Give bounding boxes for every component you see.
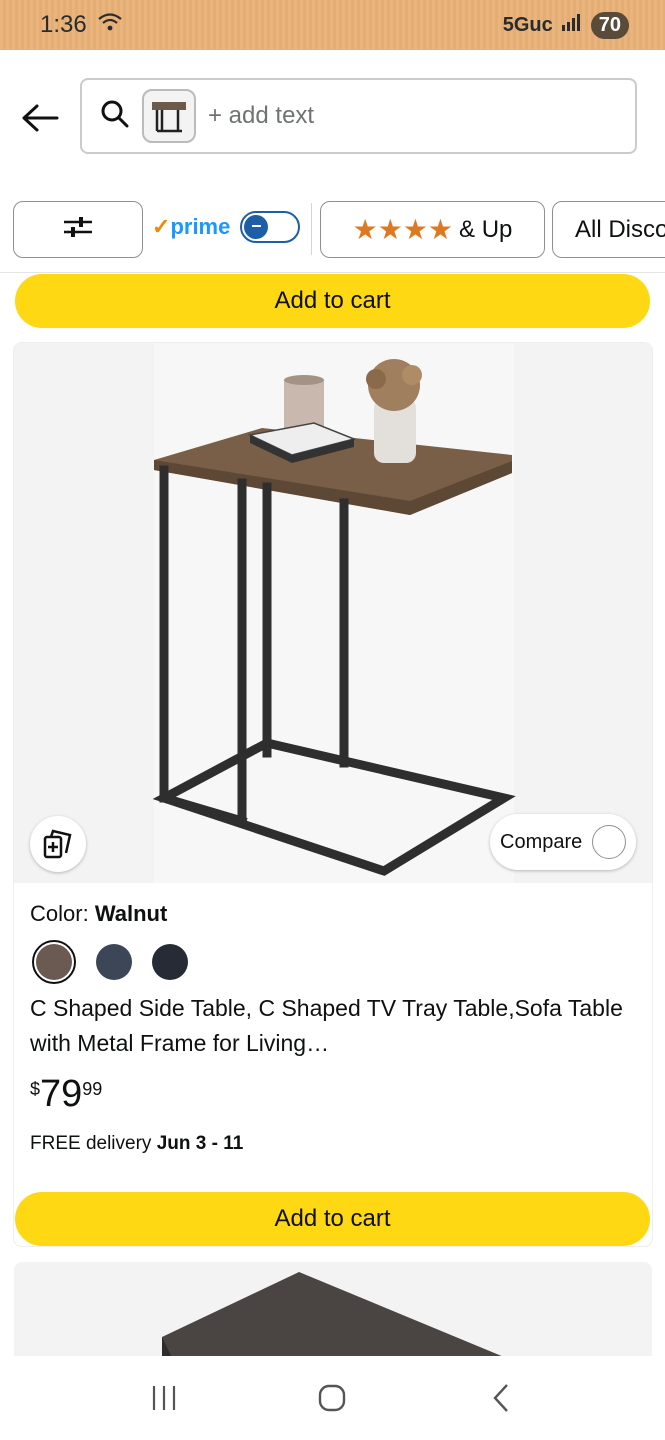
delivery-date: Jun 3 - 11 <box>156 1133 244 1154</box>
home-icon[interactable] <box>302 1368 362 1428</box>
compare-checkbox[interactable] <box>592 825 627 859</box>
next-product-card[interactable] <box>14 1262 652 1362</box>
four-stars-icon: ★★★★ <box>352 214 454 245</box>
toggle-minus-icon: − <box>244 215 269 239</box>
swatch-black[interactable] <box>152 944 188 980</box>
color-label: Color: <box>30 901 89 926</box>
status-bar: 1:36 5Guc 70 <box>0 0 665 50</box>
prime-logo: ✓prime <box>152 214 231 239</box>
system-nav-bar <box>0 1356 665 1440</box>
compare-label: Compare <box>500 830 583 853</box>
delivery-info: FREE delivery Jun 3 - 11 <box>30 1133 243 1155</box>
wifi-icon <box>97 11 123 39</box>
search-placeholder: + add text <box>208 102 315 129</box>
compare-toggle[interactable]: Compare <box>490 814 636 870</box>
delivery-prefix: FREE delivery <box>30 1133 152 1154</box>
color-swatches <box>32 940 188 984</box>
search-image-thumbnail[interactable] <box>142 89 196 143</box>
prime-filter[interactable]: ✓prime − <box>152 211 301 243</box>
swatch-blue-gray[interactable] <box>96 944 132 980</box>
filter-row: ✓prime − ★★★★ & Up All Discounts <box>0 185 665 273</box>
search-header: + add text <box>0 50 665 185</box>
color-value: Walnut <box>94 901 168 926</box>
add-to-list-icon[interactable] <box>30 816 86 872</box>
add-to-cart-button[interactable]: Add to cart <box>15 274 650 328</box>
add-to-cart-button[interactable]: Add to cart <box>15 1192 650 1246</box>
search-input[interactable]: + add text <box>80 78 637 154</box>
signal-icon <box>561 13 583 37</box>
back-arrow-icon[interactable] <box>20 98 60 138</box>
back-icon[interactable] <box>471 1368 531 1428</box>
battery-indicator: 70 <box>590 11 629 39</box>
swatch-walnut[interactable] <box>32 940 76 984</box>
color-selection-label: Color: Walnut <box>30 901 167 927</box>
discount-label: All Discounts <box>575 215 665 243</box>
price-whole: 79 <box>40 1073 83 1115</box>
status-left: 1:36 <box>40 11 123 39</box>
filter-divider <box>311 203 312 255</box>
product-card[interactable]: Compare Color: Walnut C Shaped Side Tabl… <box>14 343 652 1246</box>
search-icon <box>100 99 130 134</box>
product-price: $ 79 99 <box>30 1073 102 1116</box>
stars-suffix: & Up <box>459 215 513 243</box>
status-right: 5Guc 70 <box>502 11 629 39</box>
star-rating-filter-button[interactable]: ★★★★ & Up <box>320 201 545 258</box>
prime-toggle[interactable]: − <box>240 211 301 243</box>
price-fraction: 99 <box>82 1079 103 1099</box>
all-discounts-filter-button[interactable]: All Discounts <box>552 201 665 258</box>
status-time: 1:36 <box>40 11 87 38</box>
recent-apps-icon[interactable] <box>134 1368 194 1428</box>
network-label: 5Guc <box>502 13 553 36</box>
sliders-icon <box>62 215 94 244</box>
product-image[interactable]: Compare <box>14 343 652 883</box>
filter-settings-button[interactable] <box>13 201 143 258</box>
price-symbol: $ <box>30 1079 41 1099</box>
product-title[interactable]: C Shaped Side Table, C Shaped TV Tray Ta… <box>30 991 630 1061</box>
